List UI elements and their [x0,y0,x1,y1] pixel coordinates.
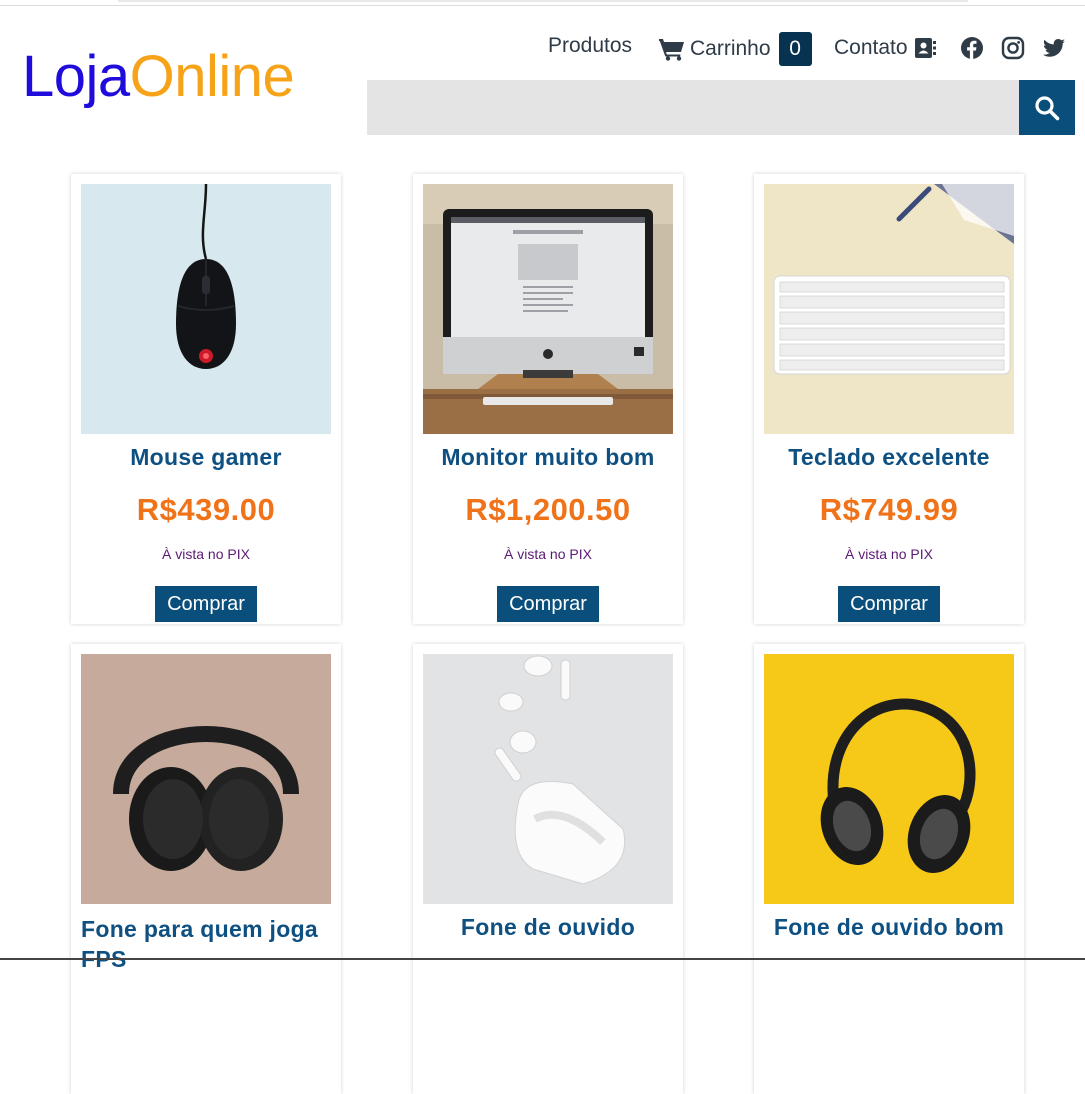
logo-part-1: Loja [22,44,130,109]
product-card: Monitor muito bom R$1,200.50 À vista no … [413,174,683,624]
product-card: Fone de ouvido bom [754,644,1024,1094]
buy-button[interactable]: Comprar [155,586,257,622]
product-card: Teclado excelente R$749.99 À vista no PI… [754,174,1024,624]
product-price: R$749.99 [819,492,959,527]
product-image-mouse[interactable] [81,184,331,434]
top-nav: Produtos Carrinho 0 Contato [548,30,1078,66]
contact-label: Contato [834,36,908,59]
search-icon [1035,95,1060,120]
top-border [0,0,1085,6]
product-name[interactable]: Monitor muito bom [413,444,683,471]
product-image-fps-headphones[interactable] [81,654,331,904]
cart-count-badge: 0 [778,32,812,66]
product-image-earbuds[interactable] [423,654,673,904]
nav-contact-link[interactable]: Contato [834,32,936,64]
product-price: R$439.00 [136,492,276,527]
facebook-icon[interactable] [960,36,984,60]
product-name[interactable]: Fone para quem joga FPS [71,914,341,974]
product-image-headphones-yellow[interactable] [764,654,1014,904]
cart-label: Carrinho [690,37,771,60]
payment-note: À vista no PIX [504,546,592,562]
product-card: Mouse gamer R$439.00 À vista no PIX Comp… [71,174,341,624]
contact-card-icon [914,38,936,58]
product-card: Fone para quem joga FPS [71,644,341,1094]
product-card: Fone de ouvido [413,644,683,1094]
search-input[interactable] [367,80,1019,135]
twitter-icon[interactable] [1042,36,1066,60]
product-price: R$1,200.50 [465,492,631,527]
buy-button[interactable]: Comprar [838,586,940,622]
instagram-icon[interactable] [1001,36,1025,60]
buy-button[interactable]: Comprar [497,586,599,622]
nav-products-link[interactable]: Produtos [548,30,632,62]
payment-note: À vista no PIX [845,546,933,562]
nav-cart-link[interactable]: Carrinho 0 [659,32,812,66]
cart-icon [659,39,684,61]
product-image-monitor[interactable] [423,184,673,434]
product-name[interactable]: Fone de ouvido bom [754,914,1024,941]
product-name[interactable]: Fone de ouvido [413,914,683,941]
product-image-keyboard[interactable] [764,184,1014,434]
product-name[interactable]: Mouse gamer [71,444,341,471]
logo-part-2: Online [129,44,295,109]
store-logo[interactable]: LojaOnline [22,42,295,112]
payment-note: À vista no PIX [162,546,250,562]
search-button[interactable] [1019,80,1075,135]
product-name[interactable]: Teclado excelente [754,444,1024,471]
